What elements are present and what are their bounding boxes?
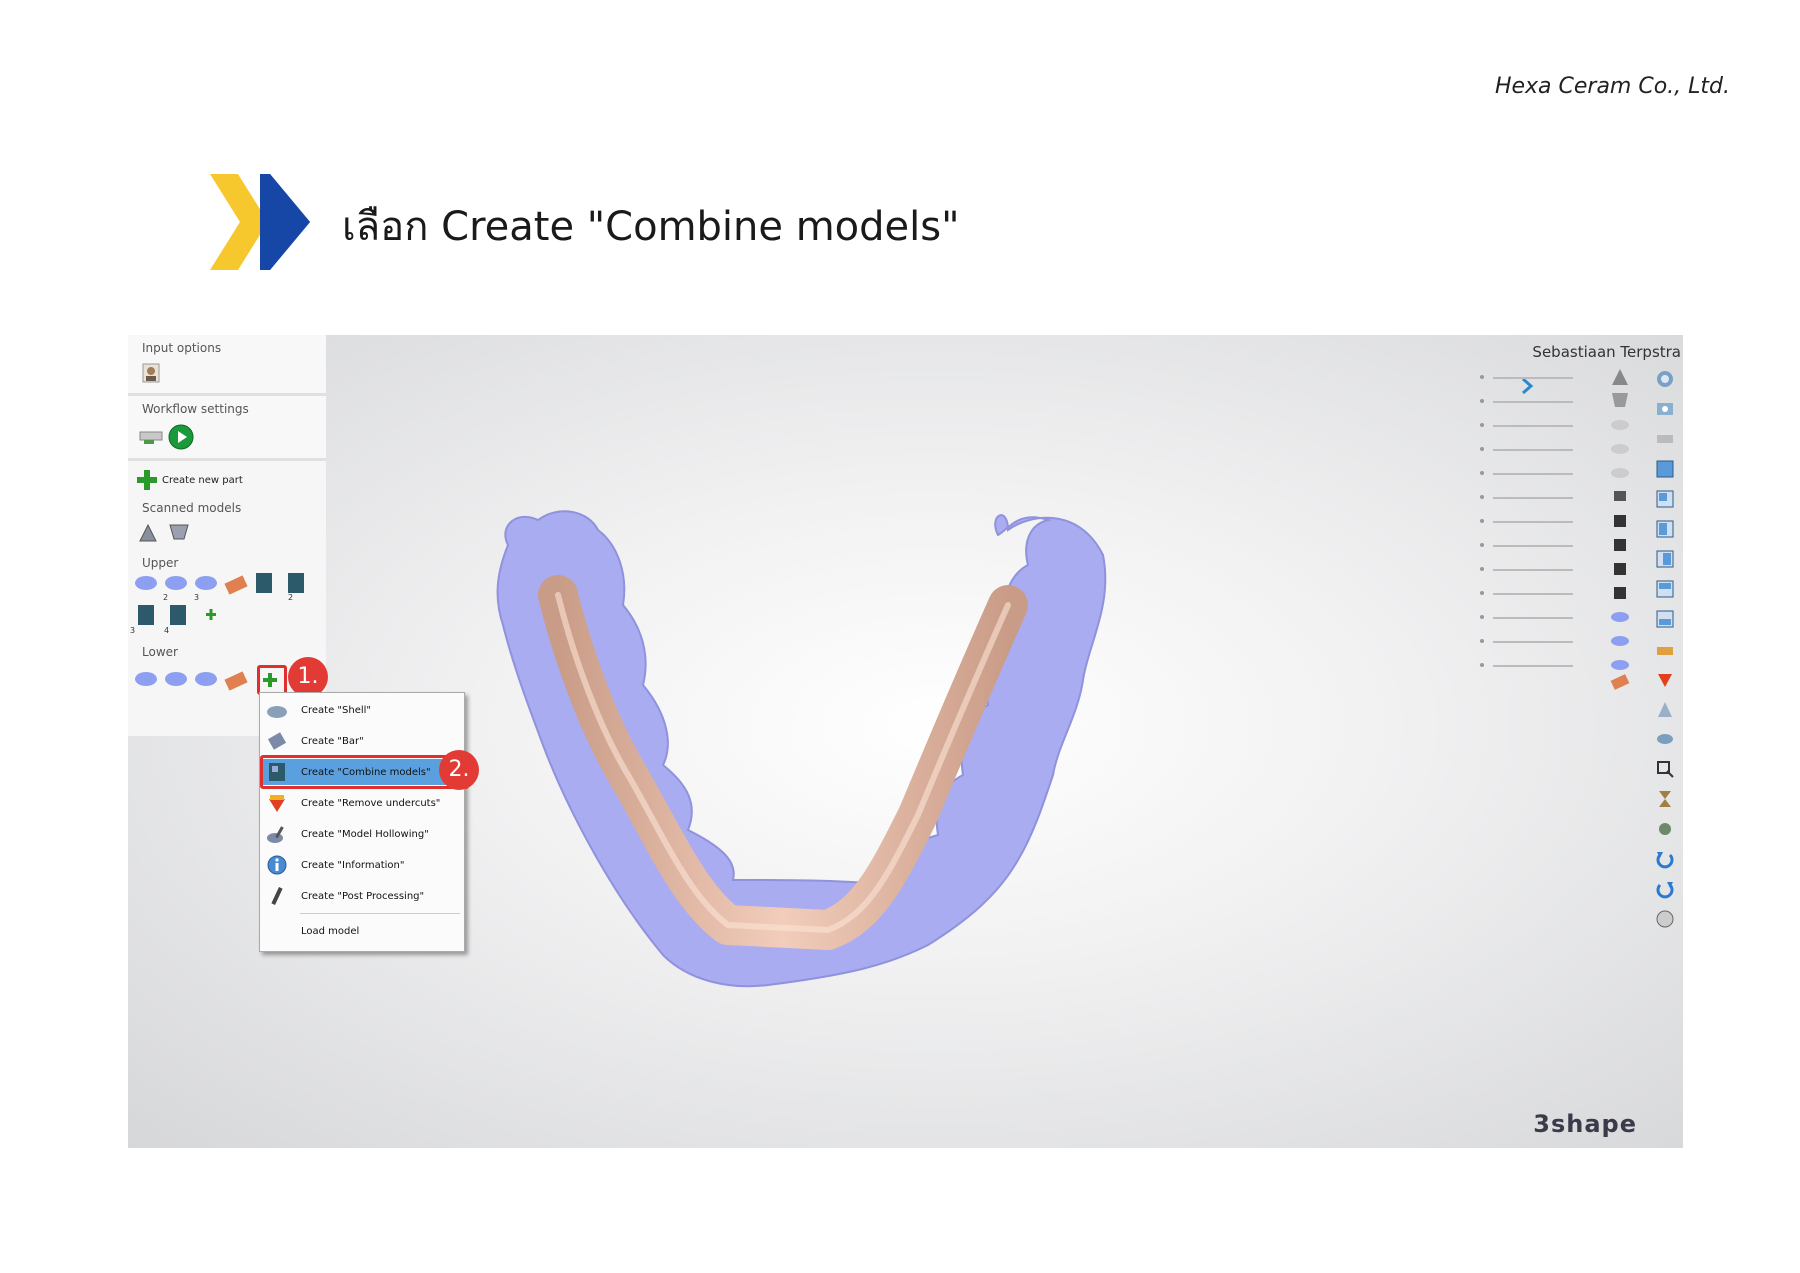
slider-dot [1480, 663, 1484, 667]
input-options-label: Input options [142, 341, 222, 355]
view-front-icon[interactable] [1655, 459, 1675, 479]
undo-icon[interactable] [1655, 849, 1675, 869]
slider-dot [1480, 639, 1484, 643]
zoom-select-icon[interactable] [1655, 759, 1675, 779]
callout-1-badge: 1. [288, 657, 328, 697]
view-left-icon[interactable] [1655, 519, 1675, 539]
shell-icon [267, 706, 287, 718]
slider-dot [1480, 591, 1484, 595]
play-icon[interactable] [168, 424, 194, 450]
user-name: Sebastiaan Terpstra [1532, 343, 1681, 361]
scanned-models-icons[interactable] [138, 521, 198, 543]
callout-1-highlight [257, 665, 287, 695]
clipping-plane-icon[interactable] [1655, 639, 1675, 659]
3shape-logo: 3shape [1533, 1110, 1637, 1138]
undercut-view-icon[interactable] [1655, 669, 1675, 689]
workflow-settings-section: Workflow settings [128, 396, 326, 461]
model-hollowing-icon [267, 826, 284, 843]
create-part-menu: Create "Shell" Create "Bar" Create "Comb… [259, 692, 465, 952]
patient-icon[interactable] [142, 363, 160, 383]
bar-icon [267, 732, 287, 750]
visibility-slider[interactable] [1493, 377, 1573, 379]
visibility-slider[interactable] [1493, 401, 1573, 403]
visibility-slider[interactable] [1493, 593, 1573, 595]
visibility-slider[interactable] [1493, 545, 1573, 547]
upper-badge-1: 2 [163, 593, 169, 602]
slider-dot [1480, 495, 1484, 499]
visibility-slider[interactable] [1493, 497, 1573, 499]
brush-icon[interactable] [1655, 819, 1675, 839]
menu-separator [300, 913, 460, 914]
page-title: เลือก Create "Combine models" [342, 204, 960, 250]
redo-icon[interactable] [1655, 879, 1675, 899]
scanned-models-label: Scanned models [142, 501, 242, 515]
remove-undercuts-icon [269, 795, 285, 812]
slider-dot [1480, 519, 1484, 523]
bar-visibility-icon [1610, 674, 1630, 690]
model-transparency-icon[interactable] [1655, 699, 1675, 719]
visibility-slider[interactable] [1493, 449, 1573, 451]
app-window: Input options Workflow settings Create n… [128, 335, 1683, 1148]
upper-badge-4: 3 [130, 626, 136, 635]
lower-parts-icons[interactable] [134, 667, 254, 691]
slider-dot [1480, 447, 1484, 451]
slider-dot [1480, 399, 1484, 403]
expand-chevron-icon[interactable] [1520, 377, 1534, 395]
information-icon [267, 855, 287, 875]
visibility-slider[interactable] [1493, 569, 1573, 571]
view-right-icon[interactable] [1655, 549, 1675, 569]
visibility-slider[interactable] [1493, 425, 1573, 427]
upper-badge-5: 4 [164, 626, 170, 635]
view-back-icon[interactable] [1655, 489, 1675, 509]
visibility-slider[interactable] [1493, 641, 1573, 643]
create-new-part-label[interactable]: Create new part [162, 475, 243, 486]
view-bottom-icon[interactable] [1655, 609, 1675, 629]
input-options-section: Input options [128, 335, 326, 396]
menu-item-load-model[interactable]: Load model [260, 918, 464, 944]
menu-item-create-information[interactable]: Create "Information" [260, 852, 464, 878]
menu-item-create-remove-undercuts[interactable]: Create "Remove undercuts" [260, 790, 464, 816]
slider-dot [1480, 567, 1484, 571]
view-rotate-icon[interactable] [1655, 369, 1675, 389]
visibility-slider[interactable] [1493, 521, 1573, 523]
scan-view-icon[interactable] [1655, 729, 1675, 749]
menu-item-create-shell[interactable]: Create "Shell" [260, 697, 464, 723]
hourglass-icon[interactable] [1655, 789, 1675, 809]
menu-item-create-post-processing[interactable]: Create "Post Processing" [260, 883, 464, 909]
upper-badge-3: 2 [288, 593, 294, 602]
slider-dot [1480, 615, 1484, 619]
sphere-icon[interactable] [1655, 909, 1675, 929]
lower-label: Lower [142, 645, 178, 659]
model-visibility-icons [1611, 369, 1629, 670]
callout-2-highlight [260, 755, 469, 789]
visibility-slider[interactable] [1493, 665, 1573, 667]
slider-dot [1480, 423, 1484, 427]
post-processing-icon [271, 886, 283, 906]
view-top-icon[interactable] [1655, 579, 1675, 599]
slider-dot [1480, 471, 1484, 475]
menu-item-create-model-hollowing[interactable]: Create "Model Hollowing" [260, 821, 464, 847]
visibility-slider[interactable] [1493, 473, 1573, 475]
slider-dot [1480, 375, 1484, 379]
callout-2-badge: 2. [439, 750, 479, 790]
create-new-part-plus-icon[interactable] [136, 469, 158, 491]
upper-badge-2: 3 [194, 593, 200, 602]
upper-label: Upper [142, 556, 179, 570]
upper-parts-icons[interactable] [134, 573, 324, 653]
menu-item-create-bar[interactable]: Create "Bar" [260, 728, 464, 754]
double-chevron-icon [210, 174, 310, 270]
company-name: Hexa Ceram Co., Ltd. [1494, 74, 1730, 99]
scanner-icon[interactable] [138, 426, 166, 446]
screenshot-icon[interactable] [1655, 399, 1675, 419]
workflow-settings-label: Workflow settings [142, 402, 249, 416]
slider-dot [1480, 543, 1484, 547]
measure-icon[interactable] [1655, 429, 1675, 449]
visibility-slider[interactable] [1493, 617, 1573, 619]
